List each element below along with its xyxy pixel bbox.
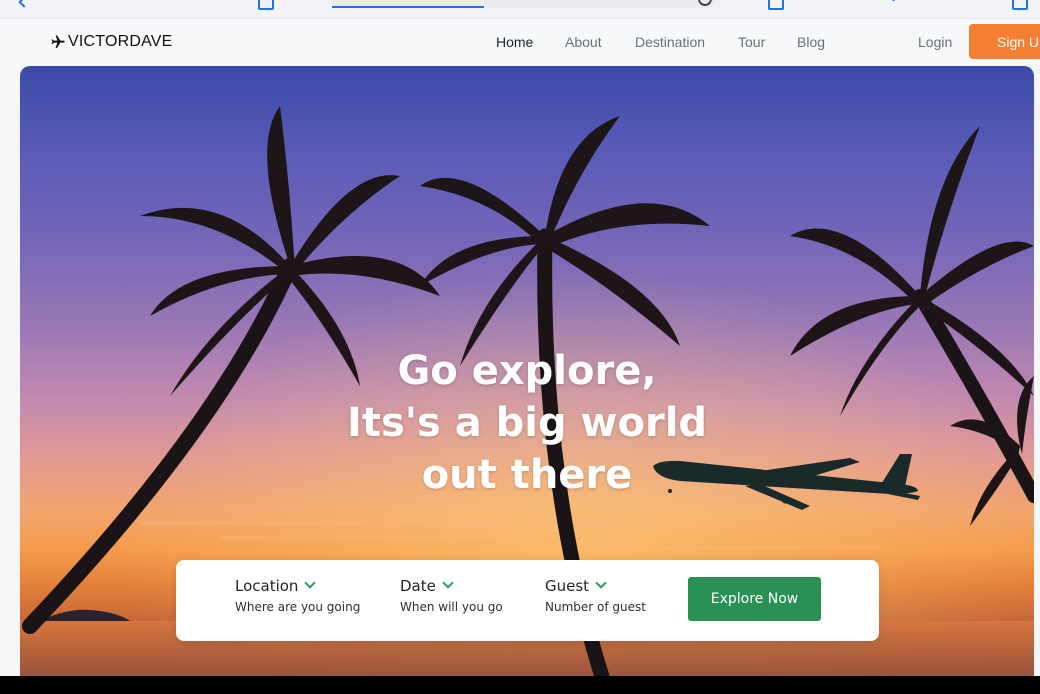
- airplane-icon: [51, 35, 65, 48]
- guest-dropdown[interactable]: Guest Number of guest: [545, 577, 646, 614]
- explore-now-button[interactable]: Explore Now: [688, 577, 821, 621]
- hero-title-line: Its's a big world: [346, 399, 708, 446]
- guest-hint: Number of guest: [545, 600, 646, 614]
- location-dropdown[interactable]: Location Where are you going: [235, 577, 360, 614]
- chevron-down-icon[interactable]: [595, 577, 607, 589]
- indicator-dot-icon: [892, 0, 895, 1]
- tab-icon[interactable]: [768, 0, 784, 10]
- extension-icon[interactable]: [1012, 0, 1028, 10]
- chevron-down-icon[interactable]: [442, 577, 454, 589]
- chevron-down-icon[interactable]: [304, 577, 317, 589]
- brand-logo[interactable]: VICTORDAVE: [50, 32, 173, 52]
- page: VICTORDAVE Home About Destination Tour B…: [0, 0, 1040, 676]
- date-dropdown[interactable]: Date When will you go: [400, 577, 503, 614]
- date-label: Date: [400, 577, 436, 595]
- browser-toolbar: [0, 0, 1040, 19]
- signup-button[interactable]: Sign Up: [969, 24, 1040, 59]
- hero-title: Go explore, Its's a big world out there: [20, 345, 1034, 501]
- location-label: Location: [235, 577, 299, 595]
- login-link[interactable]: Login: [918, 34, 952, 50]
- date-hint: When will you go: [400, 600, 503, 614]
- location-hint: Where are you going: [235, 600, 361, 614]
- hero-title-line: out there: [421, 451, 633, 498]
- guest-label: Guest: [545, 577, 590, 595]
- navbar: VICTORDAVE Home About Destination Tour B…: [0, 19, 1040, 65]
- search-card: Location Where are you going Date When w…: [176, 560, 879, 641]
- nav-link-home[interactable]: Home: [496, 34, 533, 50]
- nav-link-destination[interactable]: Destination: [635, 34, 705, 50]
- hero-title-line: Go explore,: [397, 347, 657, 394]
- nav-link-blog[interactable]: Blog: [797, 34, 825, 50]
- nav-link-about[interactable]: About: [565, 34, 602, 50]
- loading-progress-bar: [332, 6, 484, 8]
- nav-link-tour[interactable]: Tour: [738, 34, 765, 50]
- back-icon[interactable]: [18, 0, 30, 8]
- brand-name: VICTORDAVE: [68, 33, 173, 50]
- reader-icon[interactable]: [258, 0, 274, 10]
